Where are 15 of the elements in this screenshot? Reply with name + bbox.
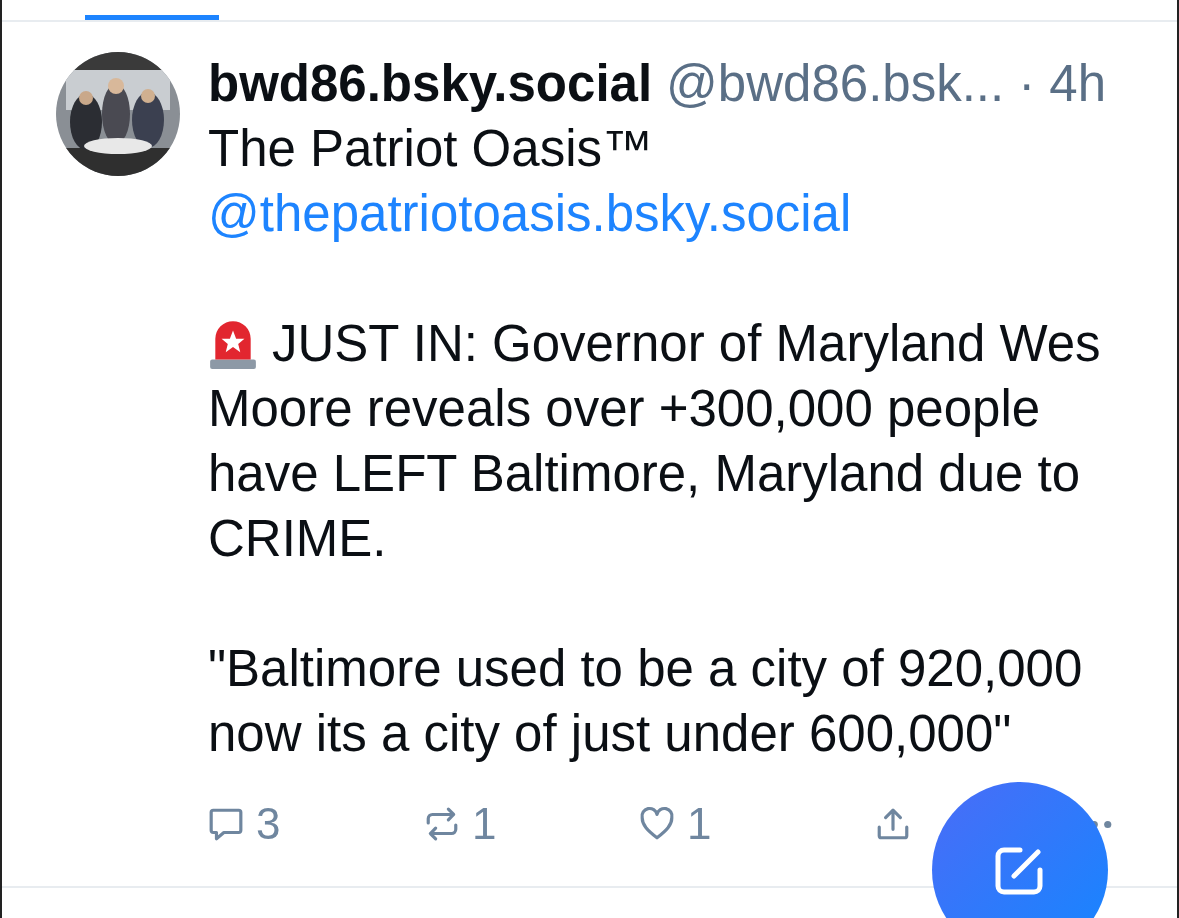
share-icon[interactable] [875, 806, 911, 842]
heart-icon[interactable] [639, 806, 675, 842]
user-handle[interactable]: @bwd86.bsk... [666, 52, 1005, 116]
repost-count: 1 [472, 799, 497, 849]
post-text: Moore reveals over +300,000 people have LEFT Baltimore, Maryland due to CRIME. [208, 379, 1082, 569]
post-text: The Patriot Oasis™ [208, 119, 654, 179]
post-text: "Baltimore used to be a city of 920,000 now its a city of just under 600,000" [208, 639, 1084, 764]
mention-link[interactable]: @thepatriotoasis.bsky.social [208, 181, 1177, 246]
reply-count: 3 [256, 799, 281, 849]
repost-icon[interactable] [424, 806, 460, 842]
post-text: JUST IN: Governor of Maryland Wes [272, 314, 1101, 374]
like-count: 1 [687, 799, 712, 849]
post-time: · 4h [1018, 54, 1107, 114]
comment-icon[interactable] [208, 806, 244, 842]
display-name[interactable]: bwd86.bsky.social [208, 52, 653, 116]
